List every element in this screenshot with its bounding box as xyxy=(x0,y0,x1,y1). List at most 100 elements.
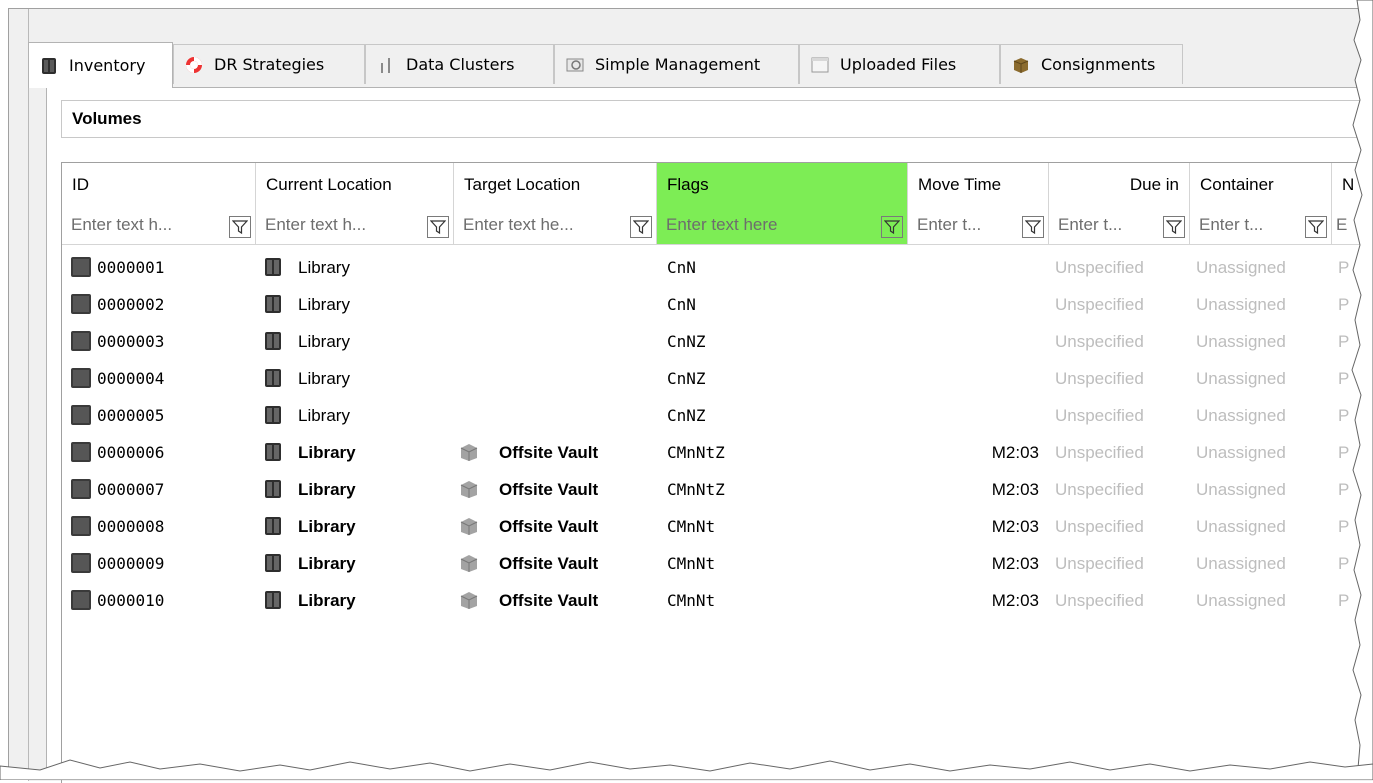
filter-input-current-location[interactable] xyxy=(256,207,425,243)
table-row[interactable]: 0000001 Library CnN Unspecified Unassigned P xyxy=(62,249,1362,286)
cell-move-time xyxy=(908,249,1039,286)
cell-container: Unassigned xyxy=(1196,258,1286,277)
cell-id: 0000010 xyxy=(97,591,165,610)
tab-consignments[interactable]: Consignments xyxy=(1000,44,1183,84)
consignments-icon xyxy=(1013,57,1029,73)
table-row[interactable]: 0000004 Library CnNZ Unspecified Unassigned P xyxy=(62,360,1362,397)
cell-flags: CMnNt xyxy=(667,554,716,573)
column-header-id[interactable]: ID xyxy=(62,163,256,207)
library-icon xyxy=(265,332,281,350)
tab-simple-management[interactable]: Simple Management xyxy=(554,44,799,84)
cell-id: 0000008 xyxy=(97,517,165,536)
cell-current-location: Library xyxy=(298,295,350,314)
tab-dr-strategies[interactable]: DR Strategies xyxy=(173,44,365,84)
filter-input-flags[interactable] xyxy=(657,207,879,243)
cell-flags: CMnNtZ xyxy=(667,480,725,499)
filter-funnel-icon[interactable] xyxy=(1022,216,1044,238)
table-row[interactable]: 0000002 Library CnN Unspecified Unassigned P xyxy=(62,286,1362,323)
vault-icon xyxy=(460,444,478,461)
filter-cell-due-in xyxy=(1049,207,1190,245)
library-icon xyxy=(265,591,281,609)
cell-container: Unassigned xyxy=(1196,517,1286,536)
data-clusters-icon xyxy=(381,57,390,73)
library-icon xyxy=(265,443,281,461)
library-icon xyxy=(265,480,281,498)
filter-funnel-icon[interactable] xyxy=(1305,216,1327,238)
cell-flags: CMnNt xyxy=(667,517,716,536)
cell-due-in: Unspecified xyxy=(1055,517,1144,536)
tab-label: Simple Management xyxy=(595,55,761,74)
column-header-target-location[interactable]: Target Location xyxy=(454,163,657,207)
cell-due-in: Unspecified xyxy=(1055,295,1144,314)
torn-edge-right xyxy=(1351,0,1373,780)
filter-input-container[interactable] xyxy=(1190,207,1303,243)
filter-funnel-icon[interactable] xyxy=(229,216,251,238)
filter-funnel-icon[interactable] xyxy=(630,216,652,238)
filter-cell-current-location xyxy=(256,207,454,245)
table-row[interactable]: 0000010 Library Offsite Vault CMnNt M2:03 Uns… xyxy=(62,582,1362,619)
column-header-move-time[interactable]: Move Time xyxy=(908,163,1049,207)
volume-icon xyxy=(71,257,91,277)
tab-inventory[interactable]: Inventory xyxy=(28,42,173,88)
library-icon xyxy=(265,369,281,387)
cell-due-in: Unspecified xyxy=(1055,258,1144,277)
library-icon xyxy=(265,554,281,572)
table-row[interactable]: 0000003 Library CnNZ Unspecified Unassigned P xyxy=(62,323,1362,360)
filter-input-id[interactable] xyxy=(62,207,227,243)
filter-input-target-location[interactable] xyxy=(454,207,628,243)
library-icon xyxy=(265,258,281,276)
vault-icon xyxy=(460,518,478,535)
volume-icon xyxy=(71,516,91,536)
cell-current-location: Library xyxy=(298,591,356,610)
cell-target-location: Offsite Vault xyxy=(499,591,599,610)
column-title: Due in xyxy=(1129,175,1179,194)
simple-management-icon xyxy=(566,58,584,71)
cell-container: Unassigned xyxy=(1196,443,1286,462)
filter-input-due-in[interactable] xyxy=(1049,207,1161,243)
tab-label: Consignments xyxy=(1041,55,1156,74)
column-title: Flags xyxy=(667,175,709,194)
column-header-current-location[interactable]: Current Location xyxy=(256,163,454,207)
cell-due-in: Unspecified xyxy=(1055,406,1144,425)
filter-funnel-icon[interactable] xyxy=(427,216,449,238)
cell-current-location: Library xyxy=(298,332,350,351)
column-header-flags[interactable]: Flags xyxy=(657,163,908,207)
cell-due-in: Unspecified xyxy=(1055,554,1144,573)
cell-due-in: Unspecified xyxy=(1055,369,1144,388)
table-row[interactable]: 0000009 Library Offsite Vault CMnNt M2:03 Uns… xyxy=(62,545,1362,582)
cell-move-time: M2:03 xyxy=(991,554,1039,573)
volume-icon xyxy=(71,553,91,573)
column-header-due-in[interactable]: Due in xyxy=(1049,163,1190,207)
volume-icon xyxy=(71,294,91,314)
cell-current-location: Library xyxy=(298,517,356,536)
table-row[interactable]: 0000006 Library Offsite Vault CMnNtZ M2:03 Un… xyxy=(62,434,1362,471)
filter-input-move-time[interactable] xyxy=(908,207,1020,243)
cell-target-location: Offsite Vault xyxy=(499,443,599,462)
tab-uploaded-files[interactable]: Uploaded Files xyxy=(799,44,1000,84)
cell-id: 0000004 xyxy=(97,369,165,388)
column-title: Container xyxy=(1200,175,1274,194)
filter-funnel-icon[interactable] xyxy=(881,216,903,238)
cell-flags: CMnNtZ xyxy=(667,443,725,462)
cell-due-in: Unspecified xyxy=(1055,480,1144,499)
table-row[interactable]: 0000007 Library Offsite Vault CMnNtZ M2:03 Un… xyxy=(62,471,1362,508)
cell-id: 0000002 xyxy=(97,295,165,314)
cell-target-location: Offsite Vault xyxy=(499,554,599,573)
column-header-container[interactable]: Container xyxy=(1190,163,1332,207)
cell-target-location xyxy=(499,323,654,360)
filter-cell-move-time xyxy=(908,207,1049,245)
cell-flags: CnNZ xyxy=(667,406,706,425)
filter-funnel-icon[interactable] xyxy=(1163,216,1185,238)
cell-flags: CMnNt xyxy=(667,591,716,610)
cell-id: 0000006 xyxy=(97,443,165,462)
tab-label: Inventory xyxy=(69,56,146,75)
tab-label: Uploaded Files xyxy=(840,55,957,74)
table-row[interactable]: 0000008 Library Offsite Vault CMnNt M2:03 Uns… xyxy=(62,508,1362,545)
cell-current-location: Library xyxy=(298,258,350,277)
library-icon xyxy=(265,517,281,535)
cell-current-location: Library xyxy=(298,369,350,388)
cell-flags: CnN xyxy=(667,295,696,314)
table-row[interactable]: 0000005 Library CnNZ Unspecified Unassigned P xyxy=(62,397,1362,434)
tab-data-clusters[interactable]: Data Clusters xyxy=(365,44,554,84)
library-icon xyxy=(265,406,281,424)
